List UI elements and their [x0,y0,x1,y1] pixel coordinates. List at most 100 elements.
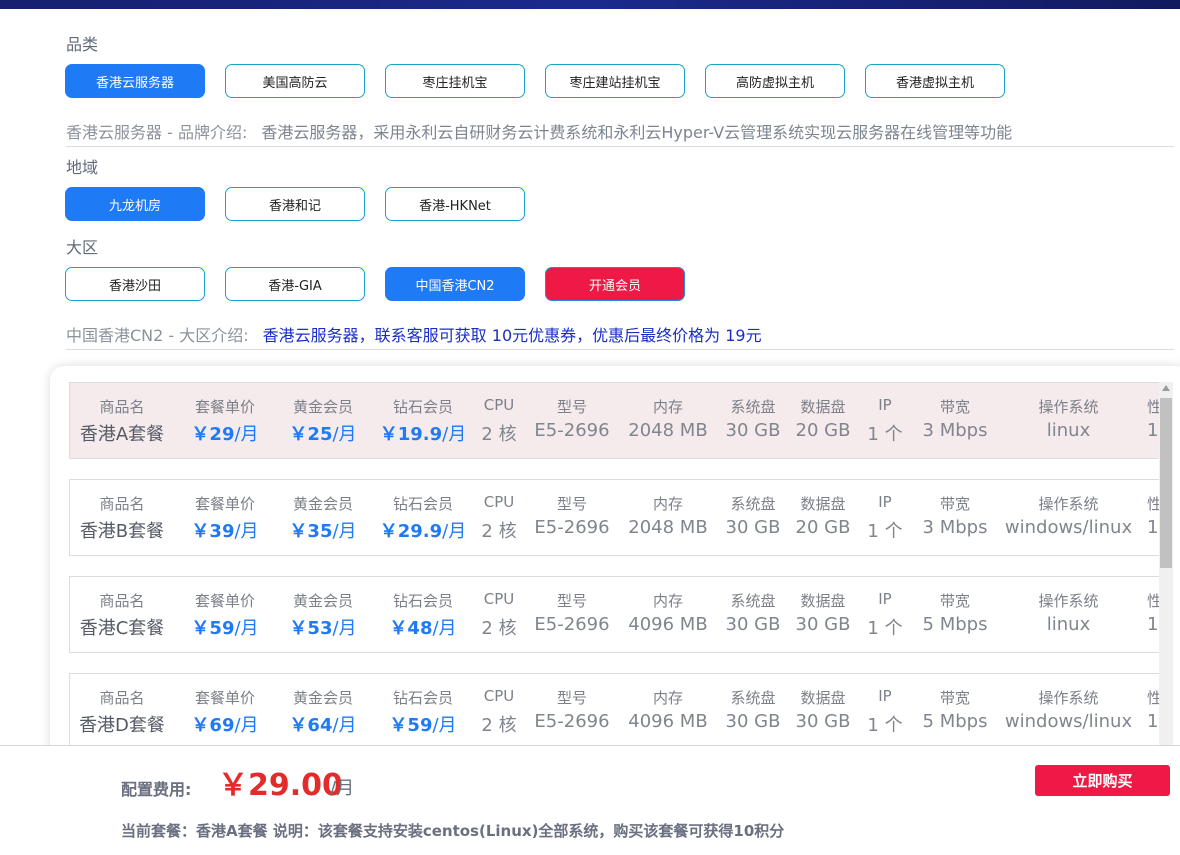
package-cell-gold-price: 黄金会员 ￥35/月 [275,480,371,555]
package-row[interactable]: 商品名 香港D套餐 套餐单价 ￥69/月 黄金会员 ￥64/月 钻石会员 ￥59/月 CPU 2 … [69,673,1160,750]
package-gold-price: ￥25 [289,424,333,445]
package-gold-price: ￥35 [289,521,333,542]
package-cell-model: 型号 E5-2696 [528,383,616,458]
package-os: windows/linux [1004,711,1133,732]
price-unit: /月 [432,715,457,736]
package-row[interactable]: 商品名 香港C套餐 套餐单价 ￥59/月 黄金会员 ￥53/月 钻石会员 ￥48/月 CPU 2 … [69,576,1160,653]
package-system-disk: 30 GB [725,517,781,538]
package-cell-bandwidth: 带宽 5 Mbps [915,674,995,749]
package-bandwidth: 5 Mbps [922,711,988,732]
category-option-hk-cloud[interactable]: 香港云服务器 [65,64,205,98]
category-intro-prefix: 香港云服务器 - 品牌介绍: [66,123,248,142]
region-option-hk-hknet[interactable]: 香港-HKNet [385,187,525,221]
package-price-value: ￥59/月 [177,614,273,640]
package-model: E5-2696 [534,614,610,635]
order-footer: 配置费用: ￥29.00 /月 立即购买 当前套餐：香港A套餐 说明：该套餐支持… [0,745,1180,855]
package-cell-data-disk: 数据盘 20 GB [790,480,856,555]
package-cell-ip: IP 1 个 [860,674,910,749]
package-model: E5-2696 [534,420,610,441]
package-diamond-price-value: ￥59/月 [373,711,473,737]
package-header-data-disk: 数据盘 [800,592,846,610]
package-header-ip: IP [878,396,892,414]
category-option-zaozhuang-vps[interactable]: 枣庄挂机宝 [385,64,525,98]
zone-option-cn2[interactable]: 中国香港CN2 [385,267,525,301]
package-data-disk: 30 GB [795,711,851,732]
buy-now-button[interactable]: 立即购买 [1035,765,1170,796]
package-system-disk: 30 GB [725,420,781,441]
package-gold-price-value: ￥25/月 [275,420,371,446]
package-header-gold-price: 黄金会员 [292,495,353,513]
package-row[interactable]: 商品名 香港B套餐 套餐单价 ￥39/月 黄金会员 ￥35/月 钻石会员 ￥29.9/月 CPU… [69,479,1160,556]
scroll-up-arrow-icon[interactable] [1162,385,1170,391]
package-ram: 2048 MB [628,420,708,441]
package-cell-system-disk: 系统盘 30 GB [720,577,786,652]
package-header-ram: 内存 [652,592,683,610]
package-system-disk: 30 GB [725,711,781,732]
package-gold-price-value: ￥35/月 [275,517,371,543]
package-cell-diamond-price: 钻石会员 ￥29.9/月 [373,480,473,555]
price-unit: /月 [234,715,259,736]
zone-option-gia[interactable]: 香港-GIA [225,267,365,301]
category-intro: 香港云服务器 - 品牌介绍: 香港云服务器，采用永利云自研财务云计费系统和永利云H… [66,119,1174,147]
package-header-bandwidth: 带宽 [939,592,970,610]
package-cell-data-disk: 数据盘 30 GB [790,674,856,749]
package-list: 商品名 香港A套餐 套餐单价 ￥29/月 黄金会员 ￥25/月 钻石会员 ￥19.9/月 CPU… [69,382,1160,770]
price-unit: /月 [332,715,357,736]
category-intro-text: 香港云服务器，采用永利云自研财务云计费系统和永利云Hyper-V云管理系统实现云… [261,123,1013,142]
zone-option-shatin[interactable]: 香港沙田 [65,267,205,301]
package-cell-diamond-price: 钻石会员 ￥59/月 [373,674,473,749]
package-cell-gold-price: 黄金会员 ￥64/月 [275,674,371,749]
package-bandwidth: 3 Mbps [922,517,988,538]
package-header-system-disk: 系统盘 [730,592,776,610]
package-header-ram: 内存 [652,495,683,513]
package-list-scrollbar[interactable] [1159,382,1173,786]
package-header-cpu: CPU [483,687,515,705]
package-price: ￥69 [191,715,235,736]
package-ram: 4096 MB [628,711,708,732]
package-header-os: 操作系统 [1038,592,1099,610]
package-cell-os: 操作系统 windows/linux [1000,480,1137,555]
package-cell-data-disk: 数据盘 30 GB [790,577,856,652]
package-cell-price: 套餐单价 ￥39/月 [177,480,273,555]
package-bandwidth: 3 Mbps [922,420,988,441]
package-gold-price: ￥64 [289,715,333,736]
price-unit: /月 [332,521,357,542]
category-option-zaozhuang-site-vps[interactable]: 枣庄建站挂机宝 [545,64,685,98]
scrollbar-thumb[interactable] [1160,398,1172,568]
price-unit: /月 [332,424,357,445]
package-cell-name: 商品名 香港C套餐 [70,577,174,652]
package-name: 香港B套餐 [79,521,165,542]
package-cell-price: 套餐单价 ￥29/月 [177,383,273,458]
package-diamond-price-value: ￥48/月 [373,614,473,640]
package-name: 香港A套餐 [79,424,165,445]
category-option-hk-vhost[interactable]: 香港虚拟主机 [865,64,1005,98]
package-header-system-disk: 系统盘 [730,398,776,416]
package-header-diamond-price: 钻石会员 [392,689,453,707]
package-cell-ram: 内存 4096 MB [622,577,714,652]
package-diamond-price: ￥29.9 [379,521,443,542]
package-price-value: ￥39/月 [177,517,273,543]
package-data-disk: 20 GB [795,517,851,538]
package-header-price: 套餐单价 [194,398,255,416]
region-option-kowloon[interactable]: 九龙机房 [65,187,205,221]
price-unit: /月 [432,618,457,639]
package-cell-model: 型号 E5-2696 [528,480,616,555]
package-header-ip: IP [878,590,892,608]
open-membership-button[interactable]: 开通会员 [545,267,685,301]
zone-label: 大区 [66,238,99,257]
category-option-ddos-vhost[interactable]: 高防虚拟主机 [705,64,845,98]
price-unit: /月 [234,424,259,445]
price-unit: /月 [332,618,357,639]
package-data-disk: 20 GB [795,420,851,441]
zone-intro: 中国香港CN2 - 大区介绍: 香港云服务器，联系客服可获取 10元优惠券，优惠后… [66,322,1174,350]
package-header-cpu: CPU [483,590,515,608]
price-unit: /月 [234,618,259,639]
package-cell-price: 套餐单价 ￥69/月 [177,674,273,749]
package-cpu: 2 核 [481,521,517,542]
package-cell-cpu: CPU 2 核 [473,577,525,652]
package-os: windows/linux [1004,517,1133,538]
category-option-us-ddos-cloud[interactable]: 美国高防云 [225,64,365,98]
region-option-hk-hutchison[interactable]: 香港和记 [225,187,365,221]
package-row[interactable]: 商品名 香港A套餐 套餐单价 ￥29/月 黄金会员 ￥25/月 钻石会员 ￥19.9/月 CPU… [69,382,1160,459]
package-cell-diamond-price: 钻石会员 ￥48/月 [373,577,473,652]
